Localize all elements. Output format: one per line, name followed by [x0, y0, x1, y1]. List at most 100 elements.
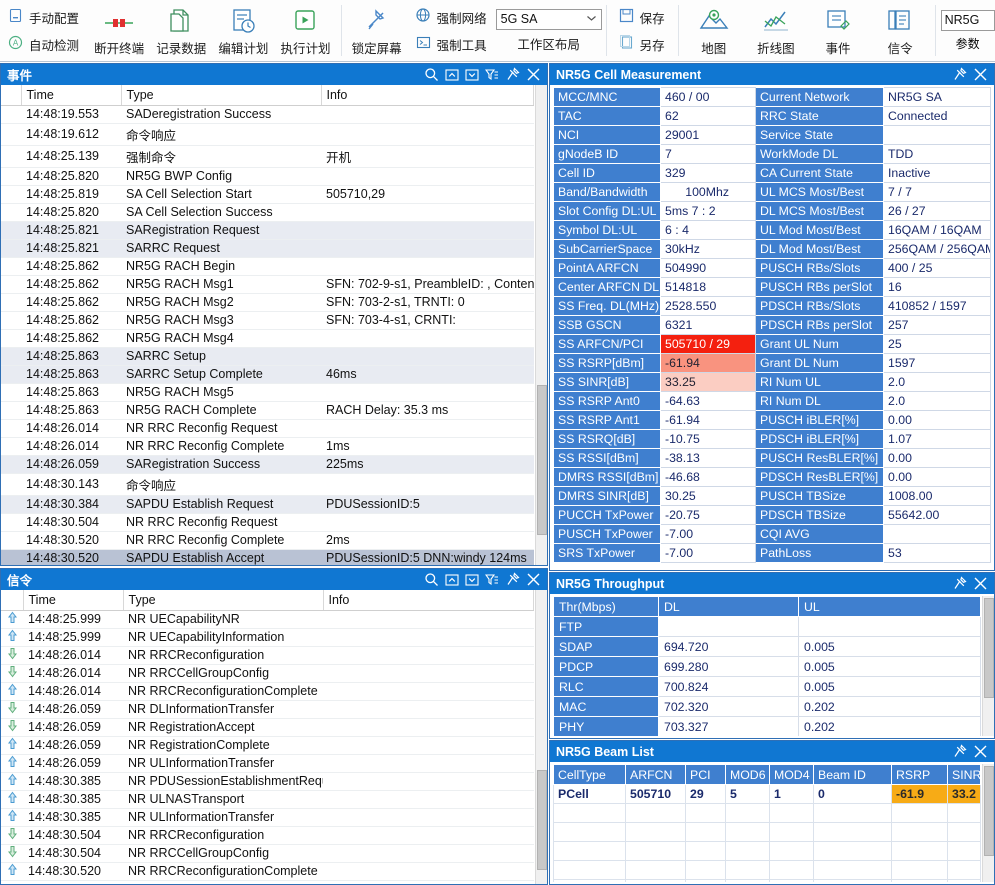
table-row[interactable]: 14:48:25.863SARRC Setup Complete46ms: [1, 365, 534, 383]
table-row[interactable]: 14:48:26.014NR RRCReconfiguration: [1, 646, 534, 664]
table-row[interactable]: 14:48:30.385NR PDUSessionEstablishmentRe…: [1, 772, 534, 790]
beam-header-cell[interactable]: SINR: [948, 765, 981, 785]
beam-header-cell[interactable]: RSRP: [892, 765, 948, 785]
beam-header-cell[interactable]: MOD4: [770, 765, 814, 785]
table-row[interactable]: 14:48:25.819SA Cell Selection Start50571…: [1, 185, 534, 203]
expand-down-icon[interactable]: [465, 68, 479, 82]
table-row[interactable]: [554, 804, 981, 823]
table-row[interactable]: [554, 861, 981, 880]
table-row[interactable]: 14:48:26.059NR RegistrationAccept: [1, 718, 534, 736]
table-row[interactable]: 14:48:26.059SARegistration Success225ms: [1, 455, 534, 473]
table-row[interactable]: 14:48:26.014NR RRCCellGroupConfig: [1, 664, 534, 682]
table-row[interactable]: 14:48:25.821SARegistration Request: [1, 221, 534, 239]
table-row[interactable]: 14:48:25.999NR UECapabilityNR: [1, 610, 534, 628]
run-plan-button[interactable]: 执行计划: [274, 0, 336, 61]
table-row[interactable]: 14:48:26.059NR RegistrationComplete: [1, 736, 534, 754]
table-row[interactable]: 14:48:25.863SARRC Setup: [1, 347, 534, 365]
table-row[interactable]: 14:48:30.504NR RRCCellGroupConfig: [1, 844, 534, 862]
parameter-input[interactable]: NR5G: [941, 10, 995, 31]
throughput-scrollbar[interactable]: [982, 596, 994, 736]
beam-header-cell[interactable]: MOD6: [726, 765, 770, 785]
auto-detect-button[interactable]: A 自动检测: [4, 31, 82, 58]
signaling-view-button[interactable]: 信令: [869, 0, 931, 61]
close-icon[interactable]: [973, 744, 988, 759]
table-row[interactable]: 14:48:30.504NR RRCReconfiguration: [1, 826, 534, 844]
beam-header-cell[interactable]: ARFCN: [626, 765, 686, 785]
force-network-button[interactable]: 强制网络: [412, 4, 490, 31]
table-row[interactable]: 14:48:30.384SAPDU Establish RequestPDUSe…: [1, 495, 534, 513]
line-chart-view-button[interactable]: 折线图: [745, 0, 807, 61]
table-row[interactable]: 14:48:25.820SA Cell Selection Success: [1, 203, 534, 221]
table-row[interactable]: 14:48:19.553SADeregistration Success: [1, 105, 534, 123]
table-row[interactable]: [554, 880, 981, 883]
table-row[interactable]: 14:48:25.999NR UECapabilityInformation: [1, 628, 534, 646]
filter-icon[interactable]: [485, 68, 499, 82]
table-row[interactable]: 14:48:30.520NR RRCReconfigurationComplet…: [1, 862, 534, 880]
event-header-time[interactable]: Time: [21, 85, 121, 105]
beam-scrollbar[interactable]: [982, 764, 994, 882]
table-row[interactable]: 14:48:25.863NR5G RACH Msg5: [1, 383, 534, 401]
event-scrollbar-thumb[interactable]: [537, 385, 547, 535]
beam-header-cell[interactable]: PCI: [686, 765, 726, 785]
beam-header-cell[interactable]: Beam ID: [814, 765, 892, 785]
table-row[interactable]: 14:48:26.059NR DLInformationTransfer: [1, 700, 534, 718]
collapse-up-icon[interactable]: [445, 68, 459, 82]
signal-scrollbar-thumb[interactable]: [537, 770, 547, 870]
table-row[interactable]: 14:48:25.862NR5G RACH Msg4: [1, 329, 534, 347]
record-data-button[interactable]: 记录数据: [150, 0, 212, 61]
close-icon[interactable]: [526, 67, 541, 82]
beam-header-cell[interactable]: CellType: [554, 765, 626, 785]
table-row[interactable]: 14:48:30.520NR RRC Reconfig Complete2ms: [1, 531, 534, 549]
table-row[interactable]: 14:48:19.612命令响应: [1, 123, 534, 145]
filter-icon[interactable]: [485, 573, 499, 587]
table-row[interactable]: 14:48:25.139强制命令开机: [1, 145, 534, 167]
close-icon[interactable]: [973, 67, 988, 82]
table-row[interactable]: [554, 823, 981, 842]
table-row[interactable]: 14:48:30.143命令响应: [1, 473, 534, 495]
table-row[interactable]: 14:48:30.385NR ULInformationTransfer: [1, 808, 534, 826]
table-row[interactable]: 14:48:25.862NR5G RACH Msg3SFN: 703-4-s1,…: [1, 311, 534, 329]
close-icon[interactable]: [526, 572, 541, 587]
save-button[interactable]: 保存: [615, 4, 668, 31]
pin-icon[interactable]: [952, 744, 967, 759]
signal-header-time[interactable]: Time: [23, 590, 123, 610]
pin-icon[interactable]: [952, 67, 967, 82]
table-row[interactable]: 14:48:26.059NR ULInformationTransfer: [1, 754, 534, 772]
table-row[interactable]: 14:48:30.385NR ULNASTransport: [1, 790, 534, 808]
event-view-button[interactable]: 事件: [807, 0, 869, 61]
table-row[interactable]: 14:48:25.862NR5G RACH Msg2SFN: 703-2-s1,…: [1, 293, 534, 311]
table-row[interactable]: 14:48:26.014NR RRC Reconfig Complete1ms: [1, 437, 534, 455]
manual-config-button[interactable]: 手动配置: [4, 4, 82, 31]
event-scrollbar[interactable]: [535, 85, 547, 565]
collapse-up-icon[interactable]: [445, 573, 459, 587]
throughput-scrollbar-thumb[interactable]: [984, 598, 994, 698]
table-row[interactable]: 14:48:25.862NR5G RACH Msg1SFN: 702-9-s1,…: [1, 275, 534, 293]
beam-scrollbar-thumb[interactable]: [984, 766, 994, 856]
search-icon[interactable]: [424, 67, 439, 82]
close-icon[interactable]: [973, 576, 988, 591]
signal-header-info[interactable]: Info: [323, 590, 534, 610]
search-icon[interactable]: [424, 572, 439, 587]
force-tool-button[interactable]: 强制工具: [412, 31, 490, 58]
signal-header-type[interactable]: Type: [123, 590, 323, 610]
signal-scrollbar[interactable]: [535, 590, 547, 884]
save-as-button[interactable]: 另存: [615, 31, 668, 58]
table-row[interactable]: 14:48:30.504NR RRC Reconfig Request: [1, 513, 534, 531]
table-row[interactable]: 14:48:25.821SARRC Request: [1, 239, 534, 257]
pin-icon[interactable]: [952, 576, 967, 591]
edit-plan-button[interactable]: 编辑计划: [212, 0, 274, 61]
network-mode-select[interactable]: 5G SA: [496, 9, 602, 30]
event-header-info[interactable]: Info: [321, 85, 534, 105]
table-row[interactable]: 14:48:26.014NR RRC Reconfig Request: [1, 419, 534, 437]
table-row[interactable]: PCell50571029510-61.933.2: [554, 785, 981, 804]
event-header-type[interactable]: Type: [121, 85, 321, 105]
pin-icon[interactable]: [505, 67, 520, 82]
table-row[interactable]: 14:48:25.862NR5G RACH Begin: [1, 257, 534, 275]
pin-icon[interactable]: [505, 572, 520, 587]
disconnect-terminal-button[interactable]: 断开终端: [88, 0, 150, 61]
expand-down-icon[interactable]: [465, 573, 479, 587]
table-row[interactable]: [554, 842, 981, 861]
table-row[interactable]: 14:48:30.520SAPDU Establish AcceptPDUSes…: [1, 549, 534, 565]
map-view-button[interactable]: 地图: [683, 0, 745, 61]
table-row[interactable]: 14:48:25.820NR5G BWP Config: [1, 167, 534, 185]
